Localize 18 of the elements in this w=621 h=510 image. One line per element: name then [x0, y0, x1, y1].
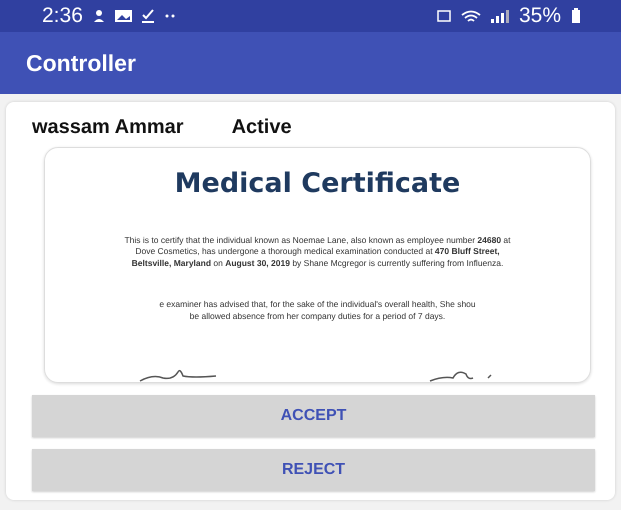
- request-status: Active: [232, 116, 292, 139]
- certificate-paragraph: This is to certify that the individual known as Noemae Lane, also known as employee number 24680 at Dove Cosmetics, has undergone a thorough medical examination conducted at 470 Bluff Street, Beltsville, Maryland on August 30, 2019 by Shane Mcgregor is currently suffering from Influenza.: [123, 235, 512, 270]
- wifi-icon: [460, 10, 481, 22]
- signal-icon: [490, 10, 509, 22]
- app-title: Controller: [26, 50, 136, 76]
- person-icon: [92, 9, 105, 23]
- more-icon: [164, 14, 175, 18]
- battery-icon: [571, 8, 581, 24]
- battery-percent: 35%: [518, 4, 561, 28]
- employee-name: wassam Ammar: [32, 116, 184, 139]
- reject-button[interactable]: REJECT: [32, 449, 595, 491]
- certificate-title: Medical Certificate: [174, 168, 460, 199]
- certificate-text-line: e examiner has advised that, for the sake of the individual's overall health, She shou: [159, 299, 476, 311]
- check-icon: [142, 9, 155, 23]
- certificate-text-line: be allowed absence from her company duties for a period of 7 days.: [190, 310, 446, 322]
- image-icon: [114, 10, 132, 22]
- status-time: 2:36: [42, 4, 83, 28]
- accept-button[interactable]: ACCEPT: [32, 395, 595, 437]
